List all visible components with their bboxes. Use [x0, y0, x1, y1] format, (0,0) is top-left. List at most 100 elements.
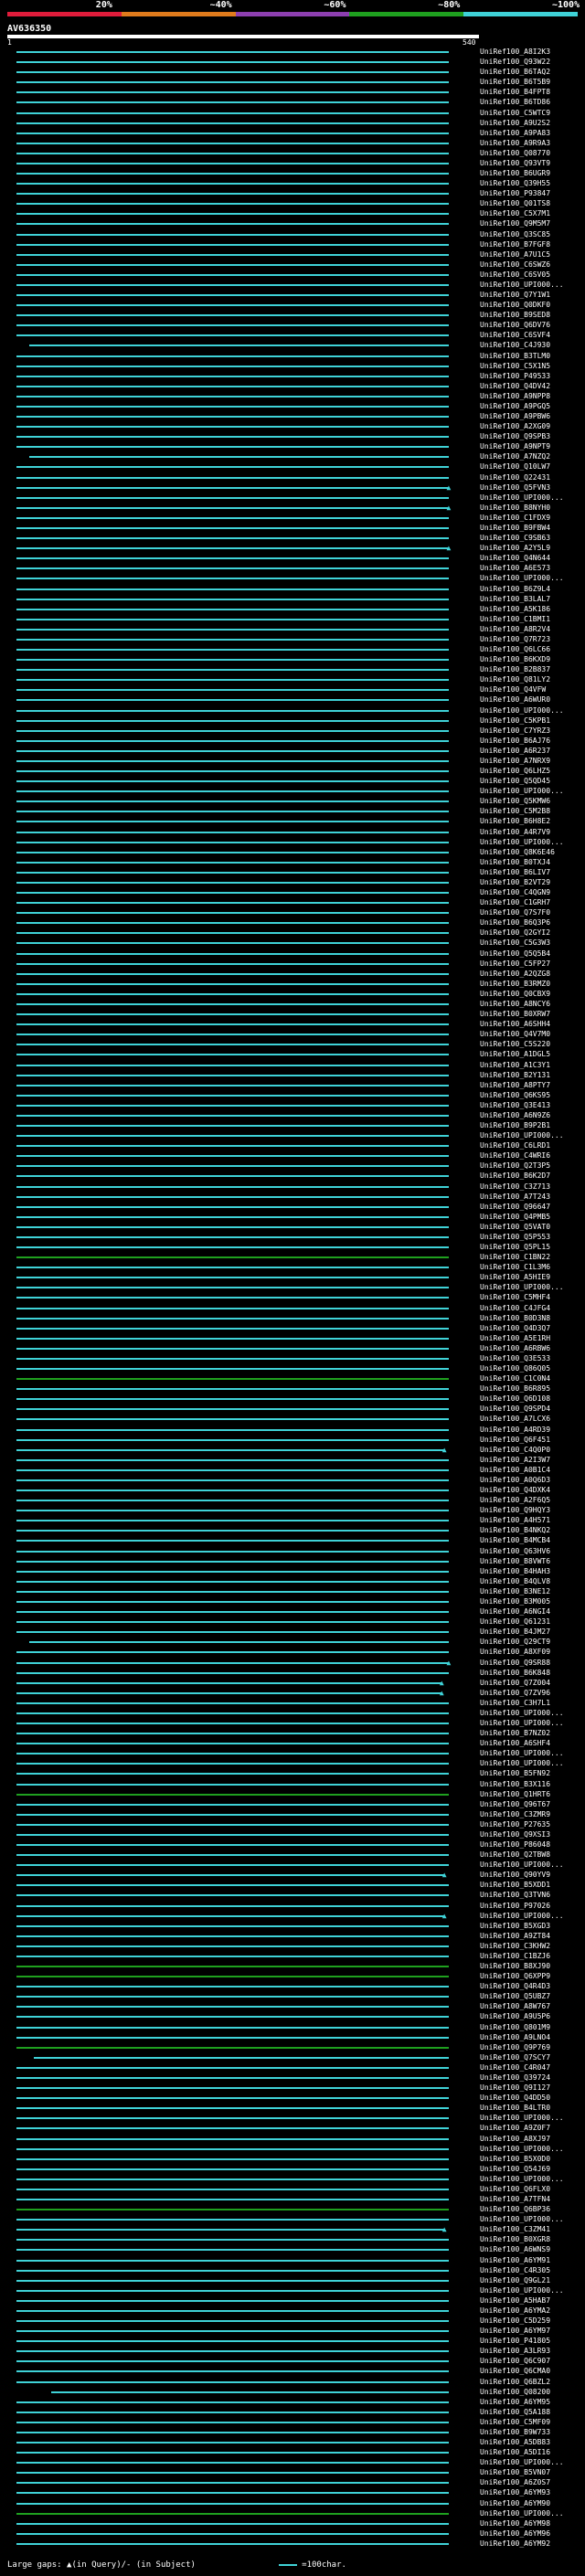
hit-row[interactable]: UniRef100_A4R7V9 [0, 828, 585, 837]
hit-row[interactable]: UniRef100_C6LRD1 [0, 1141, 585, 1150]
hit-row[interactable]: UniRef100_Q7SCY7 [0, 2053, 585, 2062]
hit-row[interactable]: UniRef100_A6E573 [0, 564, 585, 573]
hit-id-link[interactable]: UniRef100_Q93W22 [480, 58, 550, 67]
hit-row[interactable]: UniRef100_UPI000... [0, 1860, 585, 1870]
hit-row[interactable]: UniRef100_UPI000... [0, 2114, 585, 2123]
hit-id-link[interactable]: UniRef100_A9NPP8 [480, 392, 550, 401]
hit-row[interactable]: UniRef100_Q9I127 [0, 2083, 585, 2093]
hit-row[interactable]: UniRef100_A6R237 [0, 747, 585, 756]
hit-id-link[interactable]: UniRef100_Q1HRT6 [480, 1790, 550, 1799]
hit-id-link[interactable]: UniRef100_C7YRZ3 [480, 726, 550, 736]
hit-row[interactable]: UniRef100_C5WTC9 [0, 109, 585, 118]
hit-id-link[interactable]: UniRef100_C1C0N4 [480, 1374, 550, 1383]
hit-row[interactable]: UniRef100_P41805 [0, 2337, 585, 2346]
hit-row[interactable]: UniRef100_B0D3N8 [0, 1314, 585, 1323]
hit-row[interactable]: UniRef100_B5FN92 [0, 1769, 585, 1778]
hit-row[interactable]: UniRef100_UPI000... [0, 1283, 585, 1292]
hit-row[interactable]: UniRef100_A5DB83 [0, 2438, 585, 2447]
hit-row[interactable]: UniRef100_C5MF09 [0, 2418, 585, 2427]
hit-id-link[interactable]: UniRef100_Q5PL15 [480, 1243, 550, 1252]
hit-row[interactable]: UniRef100_C1FDX9 [0, 514, 585, 523]
hit-id-link[interactable]: UniRef100_A7U1C5 [480, 250, 550, 260]
hit-id-link[interactable]: UniRef100_Q9M5M7 [480, 219, 550, 228]
hit-id-link[interactable]: UniRef100_C9SB63 [480, 534, 550, 543]
hit-id-link[interactable]: UniRef100_Q9SR88 [480, 1659, 550, 1668]
hit-id-link[interactable]: UniRef100_C1FDX9 [480, 514, 550, 523]
hit-id-link[interactable]: UniRef100_UPI000... [480, 838, 564, 847]
hit-id-link[interactable]: UniRef100_A9R9A3 [480, 139, 550, 148]
hit-id-link[interactable]: UniRef100_A5E1RH [480, 1334, 550, 1343]
hit-row[interactable]: UniRef100_A9U2S2 [0, 119, 585, 128]
hit-id-link[interactable]: UniRef100_Q7Y1W1 [480, 291, 550, 300]
hit-id-link[interactable]: UniRef100_Q5KMW6 [480, 797, 550, 806]
hit-row[interactable]: UniRef100_A9U5P6 [0, 2012, 585, 2021]
hit-id-link[interactable]: UniRef100_P86048 [480, 1840, 550, 1850]
hit-row[interactable]: UniRef100_A3LR93 [0, 2347, 585, 2356]
hit-row[interactable]: UniRef100_C6SVF4 [0, 331, 585, 340]
hit-id-link[interactable]: UniRef100_Q4D3Q7 [480, 1324, 550, 1333]
hit-id-link[interactable]: UniRef100_Q81LY2 [480, 675, 550, 684]
hit-row[interactable]: UniRef100_Q7R723 [0, 635, 585, 644]
hit-row[interactable]: UniRef100_Q4R4D3 [0, 1982, 585, 1991]
hit-id-link[interactable]: UniRef100_A6YM92 [480, 2539, 550, 2549]
hit-row[interactable]: UniRef100_A6Z0S7 [0, 2478, 585, 2487]
hit-row[interactable]: UniRef100_Q10LW7 [0, 462, 585, 472]
hit-row[interactable]: UniRef100_B9FBW4 [0, 524, 585, 533]
hit-id-link[interactable]: UniRef100_Q08200 [480, 2388, 550, 2397]
hit-id-link[interactable]: UniRef100_B3X116 [480, 1780, 550, 1789]
hit-row[interactable]: UniRef100_B4FPT8 [0, 88, 585, 97]
hit-row[interactable]: UniRef100_B6LIV7 [0, 868, 585, 877]
hit-row[interactable]: UniRef100_A6N9Z6 [0, 1111, 585, 1120]
hit-id-link[interactable]: UniRef100_UPI000... [480, 281, 564, 290]
hit-id-link[interactable]: UniRef100_Q5A188 [480, 2408, 550, 2417]
hit-id-link[interactable]: UniRef100_A6E573 [480, 564, 550, 573]
hit-id-link[interactable]: UniRef100_A9PBW6 [480, 412, 550, 421]
hit-id-link[interactable]: UniRef100_C4R047 [480, 2063, 550, 2072]
hit-row[interactable]: UniRef100_Q4PMB5 [0, 1213, 585, 1222]
hit-id-link[interactable]: UniRef100_A9Z0F7 [480, 2124, 550, 2133]
hit-row[interactable]: UniRef100_A4RD39 [0, 1426, 585, 1435]
hit-row[interactable]: UniRef100_A6YM98 [0, 2519, 585, 2528]
hit-id-link[interactable]: UniRef100_A9PA83 [480, 129, 550, 138]
hit-id-link[interactable]: UniRef100_A6YM90 [480, 2499, 550, 2508]
hit-row[interactable]: UniRef100_Q96T67 [0, 1800, 585, 1809]
hit-row[interactable]: UniRef100_C5MHF4 [0, 1293, 585, 1302]
hit-id-link[interactable]: UniRef100_A9LNO4 [480, 2033, 550, 2042]
hit-id-link[interactable]: UniRef100_B5XGD3 [480, 1922, 550, 1931]
hit-id-link[interactable]: UniRef100_A6SHF4 [480, 1739, 550, 1748]
hit-row[interactable]: UniRef100_A9PGQ5 [0, 402, 585, 411]
hit-id-link[interactable]: UniRef100_UPI000... [480, 2114, 564, 2123]
hit-id-link[interactable]: UniRef100_B3NE12 [480, 1587, 550, 1596]
hit-id-link[interactable]: UniRef100_A6YM91 [480, 2256, 550, 2265]
hit-row[interactable]: UniRef100_Q5QD45 [0, 777, 585, 786]
hit-id-link[interactable]: UniRef100_B6K848 [480, 1669, 550, 1678]
hit-id-link[interactable]: UniRef100_C5KPB1 [480, 716, 550, 726]
hit-id-link[interactable]: UniRef100_A5HIE9 [480, 1273, 550, 1282]
hit-id-link[interactable]: UniRef100_C6SWZ6 [480, 260, 550, 270]
hit-row[interactable]: UniRef100_Q4D3Q7 [0, 1324, 585, 1333]
hit-id-link[interactable]: UniRef100_A6YM96 [480, 2529, 550, 2539]
hit-id-link[interactable]: UniRef100_Q7SCY7 [480, 2053, 550, 2062]
hit-row[interactable]: UniRef100_UPI000... [0, 838, 585, 847]
hit-row[interactable]: UniRef100_UPI000... [0, 787, 585, 796]
hit-row[interactable]: UniRef100_Q9GL21 [0, 2276, 585, 2285]
hit-id-link[interactable]: UniRef100_Q5UBZ7 [480, 1992, 550, 2001]
hit-id-link[interactable]: UniRef100_UPI000... [480, 1912, 564, 1921]
hit-row[interactable]: UniRef100_Q93VT9 [0, 159, 585, 168]
hit-id-link[interactable]: UniRef100_C1L3M6 [480, 1263, 550, 1272]
hit-id-link[interactable]: UniRef100_C5WTC9 [480, 109, 550, 118]
hit-row[interactable]: ▲ UniRef100_C4Q0P0 [0, 1446, 585, 1455]
hit-row[interactable]: UniRef100_A0Q6D3 [0, 1476, 585, 1485]
hit-id-link[interactable]: UniRef100_Q9I127 [480, 2083, 550, 2093]
hit-id-link[interactable]: UniRef100_A2QZG8 [480, 970, 550, 979]
hit-row[interactable]: UniRef100_Q9M5M7 [0, 219, 585, 228]
hit-id-link[interactable]: UniRef100_A6WUR0 [480, 695, 550, 705]
hit-id-link[interactable]: UniRef100_Q29CT9 [480, 1638, 550, 1647]
hit-id-link[interactable]: UniRef100_A8R2V4 [480, 625, 550, 634]
hit-row[interactable]: UniRef100_C9SB63 [0, 534, 585, 543]
hit-row[interactable]: UniRef100_Q6LC66 [0, 645, 585, 654]
hit-row[interactable]: UniRef100_P93847 [0, 189, 585, 198]
hit-row[interactable]: UniRef100_B2Y131 [0, 1071, 585, 1080]
hit-row[interactable]: UniRef100_C6SWZ6 [0, 260, 585, 270]
hit-row[interactable]: UniRef100_B3TLM0 [0, 352, 585, 361]
